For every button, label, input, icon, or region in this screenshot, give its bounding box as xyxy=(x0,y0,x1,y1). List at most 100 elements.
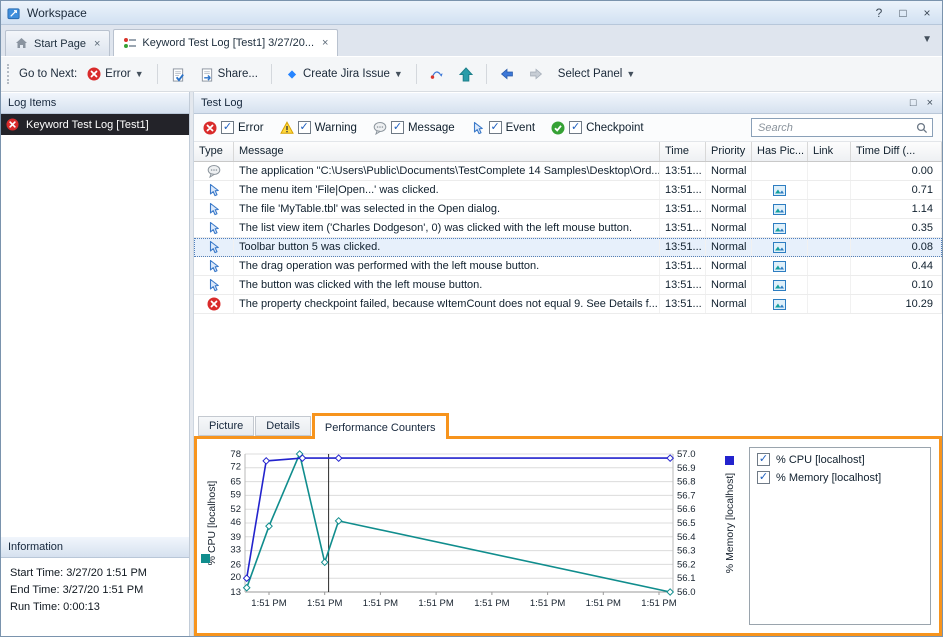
event-icon xyxy=(194,200,234,218)
filter-error[interactable]: ✓Error xyxy=(203,121,264,135)
chevron-down-icon[interactable]: ▼ xyxy=(922,34,936,51)
column-header-message[interactable]: Message xyxy=(234,142,660,161)
event-icon xyxy=(194,238,234,256)
message-cell: The drag operation was performed with th… xyxy=(234,257,660,275)
table-row[interactable]: The menu item 'File|Open...' was clicked… xyxy=(194,181,942,200)
export-results-button[interactable] xyxy=(166,64,190,84)
tab-close-icon[interactable]: × xyxy=(94,38,100,50)
filter-label: Message xyxy=(408,122,455,134)
filter-checkbox[interactable]: ✓ xyxy=(221,121,234,134)
back-arrow-icon xyxy=(500,67,514,81)
post-issue-icon xyxy=(430,67,444,81)
go-to-next-error-button[interactable]: Error ▼ xyxy=(82,64,148,84)
column-header-priority[interactable]: Priority xyxy=(706,142,752,161)
close-button[interactable]: × xyxy=(918,6,936,20)
table-row[interactable]: The button was clicked with the left mou… xyxy=(194,276,942,295)
picture-icon[interactable] xyxy=(752,257,808,275)
tab-details[interactable]: Details xyxy=(255,416,311,436)
post-issue-button[interactable] xyxy=(425,64,449,84)
previous-result-button[interactable] xyxy=(495,64,519,84)
tab-performance-counters[interactable]: Performance Counters xyxy=(312,413,449,439)
run-time-text: Run Time: 0:00:13 xyxy=(10,599,180,616)
log-item-keyword-test-log[interactable]: Keyword Test Log [Test1] xyxy=(1,114,189,135)
table-row[interactable]: The file 'MyTable.tbl' was selected in t… xyxy=(194,200,942,219)
event-icon xyxy=(194,181,234,199)
legend-item[interactable]: ✓% Memory [localhost] xyxy=(757,471,923,484)
svg-text:% Memory [localhost]: % Memory [localhost] xyxy=(724,473,736,573)
picture-icon[interactable] xyxy=(752,181,808,199)
search-input[interactable] xyxy=(756,121,912,135)
filter-warning[interactable]: ✓Warning xyxy=(280,121,357,135)
message-icon xyxy=(373,121,387,135)
table-row[interactable]: Toolbar button 5 was clicked.13:51...Nor… xyxy=(194,238,942,257)
svg-text:1:51 PM: 1:51 PM xyxy=(474,598,509,609)
error-icon xyxy=(194,295,234,313)
picture-icon[interactable] xyxy=(752,295,808,313)
maximize-button[interactable]: □ xyxy=(894,6,912,20)
picture-icon[interactable] xyxy=(752,219,808,237)
search-icon[interactable] xyxy=(916,122,928,134)
table-row[interactable]: The drag operation was performed with th… xyxy=(194,257,942,276)
upload-results-button[interactable] xyxy=(454,64,478,84)
column-header-time-diff[interactable]: Time Diff (... xyxy=(851,142,942,161)
log-items-title: Log Items xyxy=(8,97,56,109)
svg-text:56.9: 56.9 xyxy=(677,463,696,474)
legend-label: % CPU [localhost] xyxy=(776,454,865,466)
time-diff-cell: 10.29 xyxy=(851,295,942,313)
performance-chart-wrap: 132026333946525965727856.056.156.256.356… xyxy=(197,439,747,633)
log-items-list: Keyword Test Log [Test1] xyxy=(1,114,189,536)
test-log-empty-area xyxy=(194,314,942,412)
message-icon xyxy=(194,162,234,180)
perf-chart[interactable]: 132026333946525965727856.056.156.256.356… xyxy=(199,442,747,628)
share-button[interactable]: Share... xyxy=(195,64,263,84)
create-jira-issue-button[interactable]: Create Jira Issue ▼ xyxy=(280,64,408,84)
link-cell xyxy=(808,276,851,294)
export-document-icon xyxy=(171,67,185,81)
svg-text:56.8: 56.8 xyxy=(677,477,696,488)
table-row[interactable]: The property checkpoint failed, because … xyxy=(194,295,942,314)
column-header-link[interactable]: Link xyxy=(808,142,851,161)
filter-checkpoint[interactable]: ✓Checkpoint xyxy=(551,121,644,135)
tab-picture[interactable]: Picture xyxy=(198,416,254,436)
search-box[interactable] xyxy=(751,118,933,137)
svg-text:56.3: 56.3 xyxy=(677,546,696,557)
toolbar-grip[interactable] xyxy=(7,64,11,84)
help-button[interactable]: ? xyxy=(870,6,888,20)
table-row[interactable]: The application "C:\Users\Public\Documen… xyxy=(194,162,942,181)
tab-keyword-test-log[interactable]: Keyword Test Log [Test1] 3/27/20... × xyxy=(113,29,338,56)
tab-start-page[interactable]: Start Page × xyxy=(5,30,110,56)
float-panel-icon[interactable]: □ xyxy=(908,97,919,109)
column-header-type[interactable]: Type xyxy=(194,142,234,161)
filter-checkbox[interactable]: ✓ xyxy=(391,121,404,134)
share-label: Share... xyxy=(218,68,258,80)
filter-checkbox[interactable]: ✓ xyxy=(489,121,502,134)
filter-checkbox[interactable]: ✓ xyxy=(569,121,582,134)
select-panel-button[interactable]: Select Panel ▼ xyxy=(553,65,641,83)
svg-text:39: 39 xyxy=(230,532,241,543)
picture-icon[interactable] xyxy=(752,276,808,294)
filter-checkbox[interactable]: ✓ xyxy=(298,121,311,134)
main-toolbar: Go to Next: Error ▼ Share... Create Jir xyxy=(1,56,942,92)
picture-icon[interactable] xyxy=(752,200,808,218)
svg-text:1:51 PM: 1:51 PM xyxy=(363,598,398,609)
column-header-has-pic[interactable]: Has Pic... xyxy=(752,142,808,161)
information-header: Information xyxy=(1,536,189,558)
picture-icon[interactable] xyxy=(752,238,808,256)
close-panel-icon[interactable]: × xyxy=(925,97,935,109)
performance-counters-panel: 132026333946525965727856.056.156.256.356… xyxy=(194,436,942,636)
table-row[interactable]: The list view item ('Charles Dodgeson', … xyxy=(194,219,942,238)
share-document-icon xyxy=(200,67,214,81)
go-to-next-label: Go to Next: xyxy=(19,68,77,80)
legend-checkbox[interactable]: ✓ xyxy=(757,471,770,484)
svg-text:1:51 PM: 1:51 PM xyxy=(307,598,342,609)
tab-close-icon[interactable]: × xyxy=(322,37,328,49)
legend-checkbox[interactable]: ✓ xyxy=(757,453,770,466)
filter-message[interactable]: ✓ Message xyxy=(373,121,455,135)
legend-item[interactable]: ✓ % CPU [localhost] xyxy=(757,453,923,466)
column-header-time[interactable]: Time xyxy=(660,142,706,161)
time-cell: 13:51... xyxy=(660,181,706,199)
filter-event[interactable]: ✓Event xyxy=(471,121,535,135)
next-result-button[interactable] xyxy=(524,64,548,84)
message-cell: The list view item ('Charles Dodgeson', … xyxy=(234,219,660,237)
chevron-down-icon: ▼ xyxy=(394,69,403,79)
